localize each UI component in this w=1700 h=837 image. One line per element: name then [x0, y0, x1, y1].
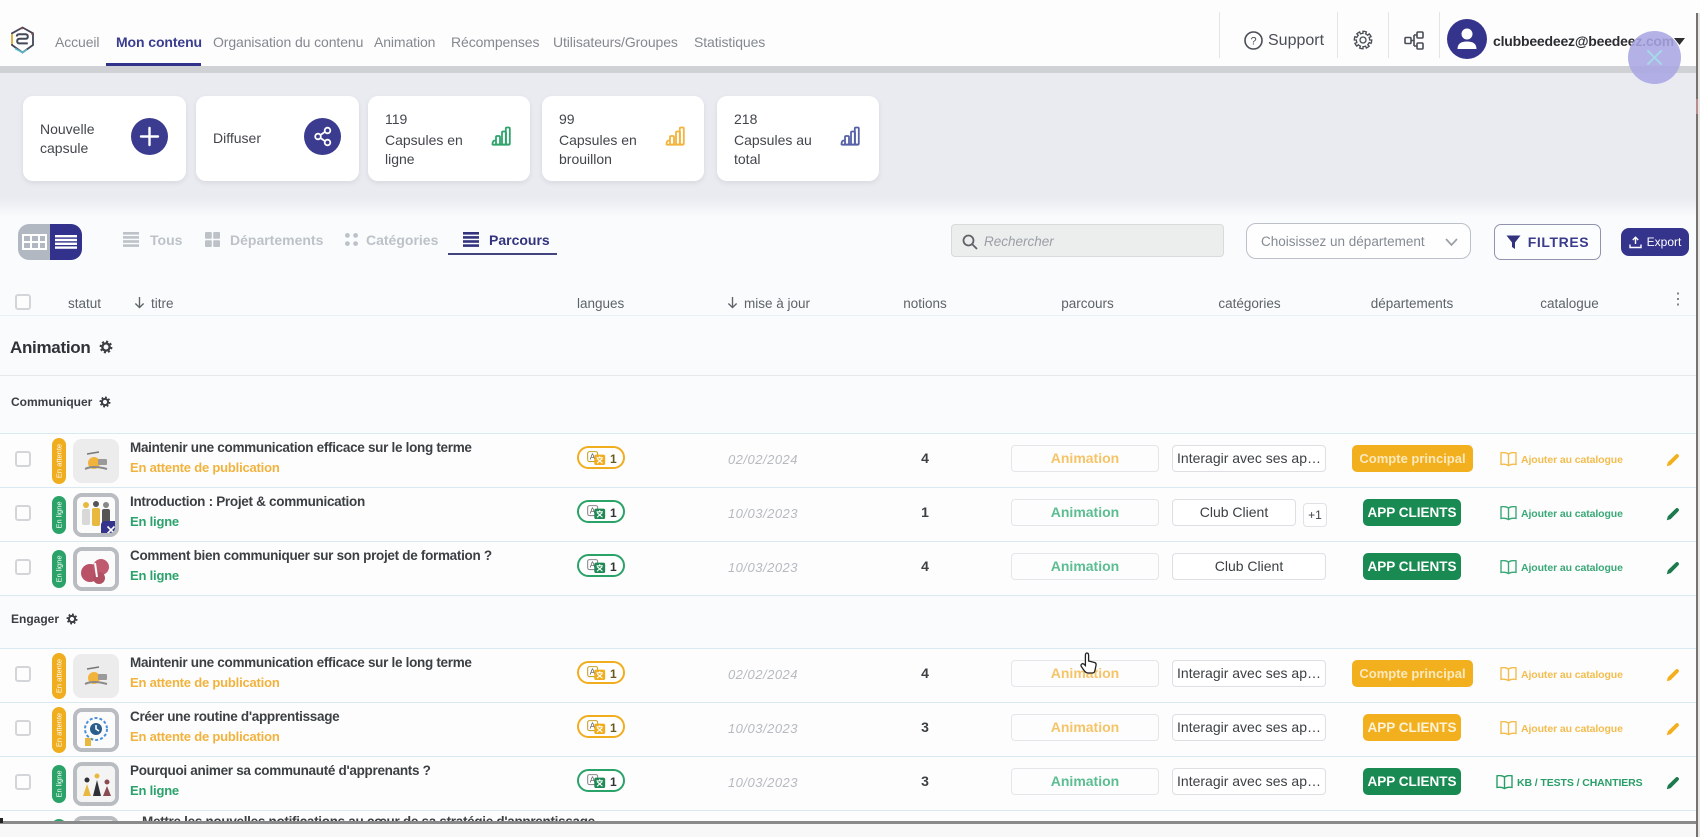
svg-text:?: ? [1250, 36, 1256, 48]
